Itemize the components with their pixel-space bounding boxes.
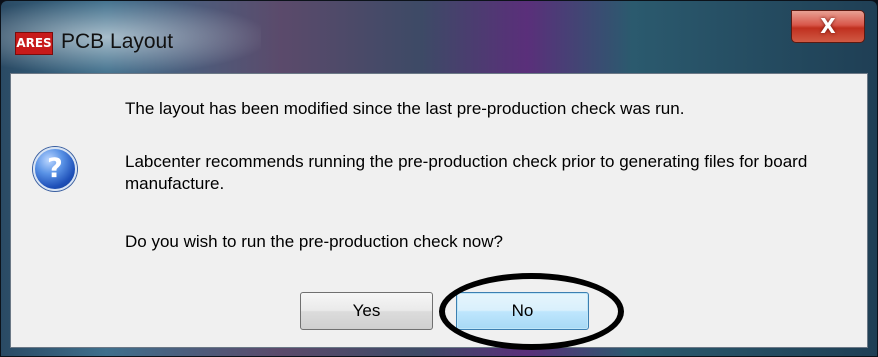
yes-button[interactable]: Yes — [300, 292, 433, 330]
window-title: PCB Layout — [61, 30, 174, 53]
dialog-body: ? The layout has been modified since the… — [10, 73, 868, 350]
close-button[interactable]: X — [791, 10, 865, 43]
title-bar[interactable]: ARES PCB Layout X — [1, 1, 877, 73]
message-line-recommendation: Labcenter recommends running the pre-pro… — [125, 152, 808, 193]
message-line-question: Do you wish to run the pre-production ch… — [125, 232, 503, 251]
question-icon: ? — [33, 147, 77, 191]
dialog-window: ARES PCB Layout X ? The layout has been … — [0, 0, 878, 357]
message-line-modified: The layout has been modified since the l… — [125, 99, 685, 118]
ares-app-icon: ARES — [15, 32, 53, 55]
no-button[interactable]: No — [456, 292, 589, 330]
close-icon: X — [820, 14, 836, 38]
